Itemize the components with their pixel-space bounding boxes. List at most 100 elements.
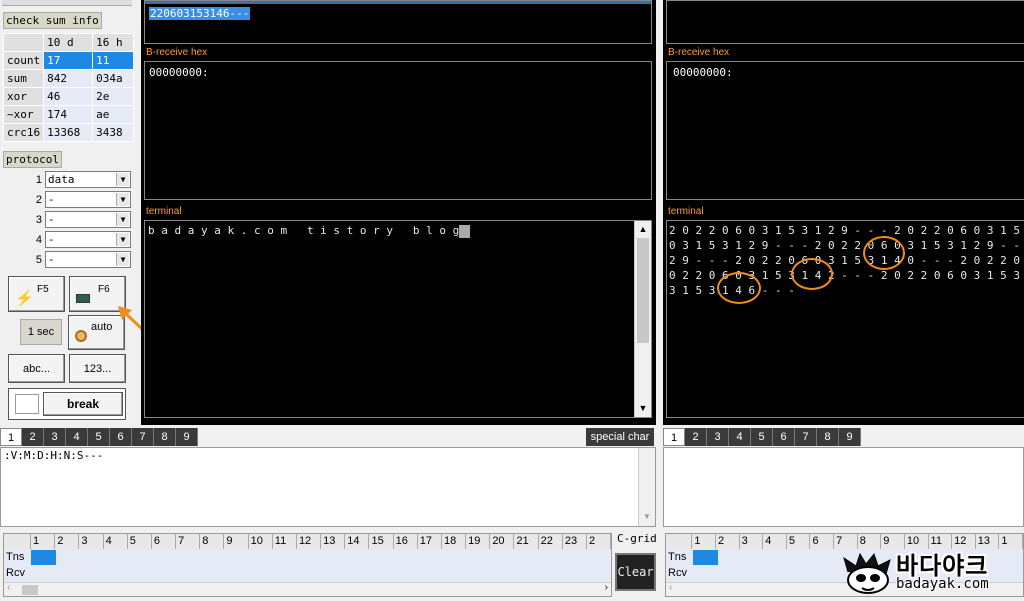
scroll-down-icon[interactable]: ▼ [639,512,655,526]
tab-7[interactable]: 7 [132,428,154,446]
protocol-row: 2 - ▼ [3,190,131,209]
tab-5[interactable]: 5 [751,428,773,446]
annotation-circle [717,272,761,304]
protocol-select[interactable]: data ▼ [45,171,131,188]
annotation-circle [791,258,833,290]
annotation-circle [863,236,905,270]
top-partial-strip [2,0,132,6]
terminal-scrollbar[interactable]: ▲ ▼ [634,221,651,417]
grid-row-tns: Tns [4,550,611,565]
left-panel: check sum info 10 d 16 h count 17 11 sum… [0,0,158,425]
break-checkbox[interactable] [15,394,39,414]
send-textarea[interactable]: :V:M:D:H:N:S--- ▼ [0,447,656,527]
tab-4[interactable]: 4 [66,428,88,446]
terminal-label: terminal [144,205,182,219]
abc-button[interactable]: abc... [8,354,65,383]
tab-6[interactable]: 6 [110,428,132,446]
cursor [459,225,470,238]
break-group: break [8,388,126,420]
terminal-line: 2 0 2 2 0 6 0 3 1 5 3 1 2 9 - - - 2 0 2 … [669,224,1024,237]
tab-8[interactable]: 8 [154,428,176,446]
terminal-line: 0 3 1 5 3 1 2 9 - - - 2 0 2 2 0 6 0 3 1 … [669,239,1024,252]
scroll-right-icon[interactable]: › [605,582,608,593]
selected-line: 220603153146--- [149,7,251,20]
transmit-display-right[interactable] [666,0,1024,44]
grid-cell-selected[interactable] [693,550,718,565]
protocol-select[interactable]: - ▼ [45,191,131,208]
tab-1[interactable]: 1 [0,428,22,446]
transmit-display[interactable]: 220603153146--- [144,0,652,44]
chevron-down-icon: ▼ [116,253,129,266]
tab-3[interactable]: 3 [44,428,66,446]
tab-8[interactable]: 8 [817,428,839,446]
protocol-row: 5 - ▼ [3,250,131,269]
checksum-row[interactable]: xor 46 2e [2,87,134,106]
protocol-select[interactable]: - ▼ [45,231,131,248]
scroll-down-icon[interactable]: ▼ [635,400,651,417]
grid-hscroll[interactable]: ‹ › [4,582,611,596]
protocol-select[interactable]: - ▼ [45,211,131,228]
scroll-left-icon[interactable]: ‹ [7,582,10,593]
c-grid-label: C-grid [617,532,657,545]
grid-header: 1 2 3 4 5 6 7 8 9 10 11 12 13 14 15 16 1… [4,534,611,549]
interval-display[interactable]: 1 sec [20,319,62,345]
numeric-button[interactable]: 123... [69,354,126,383]
protocol-row: 4 - ▼ [3,230,131,249]
f5-send-button[interactable]: ⚡ F5 [8,276,65,312]
scroll-thumb[interactable] [637,238,649,343]
tab-2[interactable]: 2 [22,428,44,446]
break-button[interactable]: break [43,392,123,416]
grid-cell-selected[interactable] [31,550,56,565]
hex-label-right: B-receive hex [666,46,730,60]
tab-9[interactable]: 9 [839,428,861,446]
send-textarea-right[interactable] [663,447,1024,527]
checksum-row[interactable]: ~xor 174 ae [2,105,134,124]
special-char-button[interactable]: special char [586,428,654,446]
tab-9[interactable]: 9 [176,428,198,446]
right-tab-strip: 1 2 3 4 5 6 7 8 9 [663,428,861,446]
tab-1[interactable]: 1 [663,428,685,446]
grid-row-rcv: Rcv [6,567,25,579]
col-hex: 16 h [92,33,134,52]
col-dec: 10 d [43,33,94,52]
clear-button[interactable]: Clear [615,553,656,591]
lightning-icon: ⚡ [15,290,34,307]
terminal-text: b a d a y a k . c o m t i s t o r y b l … [148,224,460,237]
terminal-icon [76,293,90,303]
hex-label: B-receive hex [144,46,208,60]
checksum-row[interactable]: sum 842 034a [2,69,134,88]
right-port-panel: B-receive hex 00000000: terminal 2 0 2 2… [663,0,1024,425]
transmit-top-strip [145,1,651,4]
checksum-title: check sum info [3,12,102,29]
protocol-row: 1 data ▼ [3,170,131,189]
hex-line: 00000000: [149,66,209,79]
checksum-table: 10 d 16 h count 17 11 sum 842 034a xor 4… [2,33,134,142]
hex-receive-view[interactable]: 00000000: [144,61,652,200]
hex-receive-view-right[interactable]: 00000000: [666,61,1024,200]
tab-2[interactable]: 2 [685,428,707,446]
send-text: :V:M:D:H:N:S--- [4,449,104,462]
terminal-view[interactable]: b a d a y a k . c o m t i s t o r y b l … [144,220,652,418]
terminal-view-right[interactable]: 2 0 2 2 0 6 0 3 1 5 3 1 2 9 - - - 2 0 2 … [666,220,1024,418]
tab-4[interactable]: 4 [729,428,751,446]
left-port-panel: 220603153146--- B-receive hex 00000000: … [141,0,656,425]
left-tab-strip: 1 2 3 4 5 6 7 8 9 [0,428,198,446]
checksum-row[interactable]: crc16 13368 3438 [2,123,134,142]
watermark-domain: badayak.com [896,576,989,592]
scroll-left-icon[interactable]: ‹ [669,582,672,593]
send-scrollbar[interactable]: ▼ [638,448,655,526]
gear-icon [75,330,87,342]
hscroll-thumb[interactable] [22,585,38,595]
watermark-logo: 바다야크 badayak.com [842,546,1022,598]
byte-grid[interactable]: 1 2 3 4 5 6 7 8 9 10 11 12 13 14 15 16 1… [3,533,612,597]
tab-6[interactable]: 6 [773,428,795,446]
chevron-down-icon: ▼ [116,193,129,206]
protocol-title: protocol [3,151,62,168]
tab-5[interactable]: 5 [88,428,110,446]
checksum-row[interactable]: count 17 11 [2,51,134,70]
scroll-up-icon[interactable]: ▲ [635,221,651,238]
protocol-select[interactable]: - ▼ [45,251,131,268]
tab-7[interactable]: 7 [795,428,817,446]
tab-3[interactable]: 3 [707,428,729,446]
terminal-line: 2 9 - - - 2 0 2 2 0 6 0 3 1 5 3 1 4 0 - … [669,254,1024,267]
